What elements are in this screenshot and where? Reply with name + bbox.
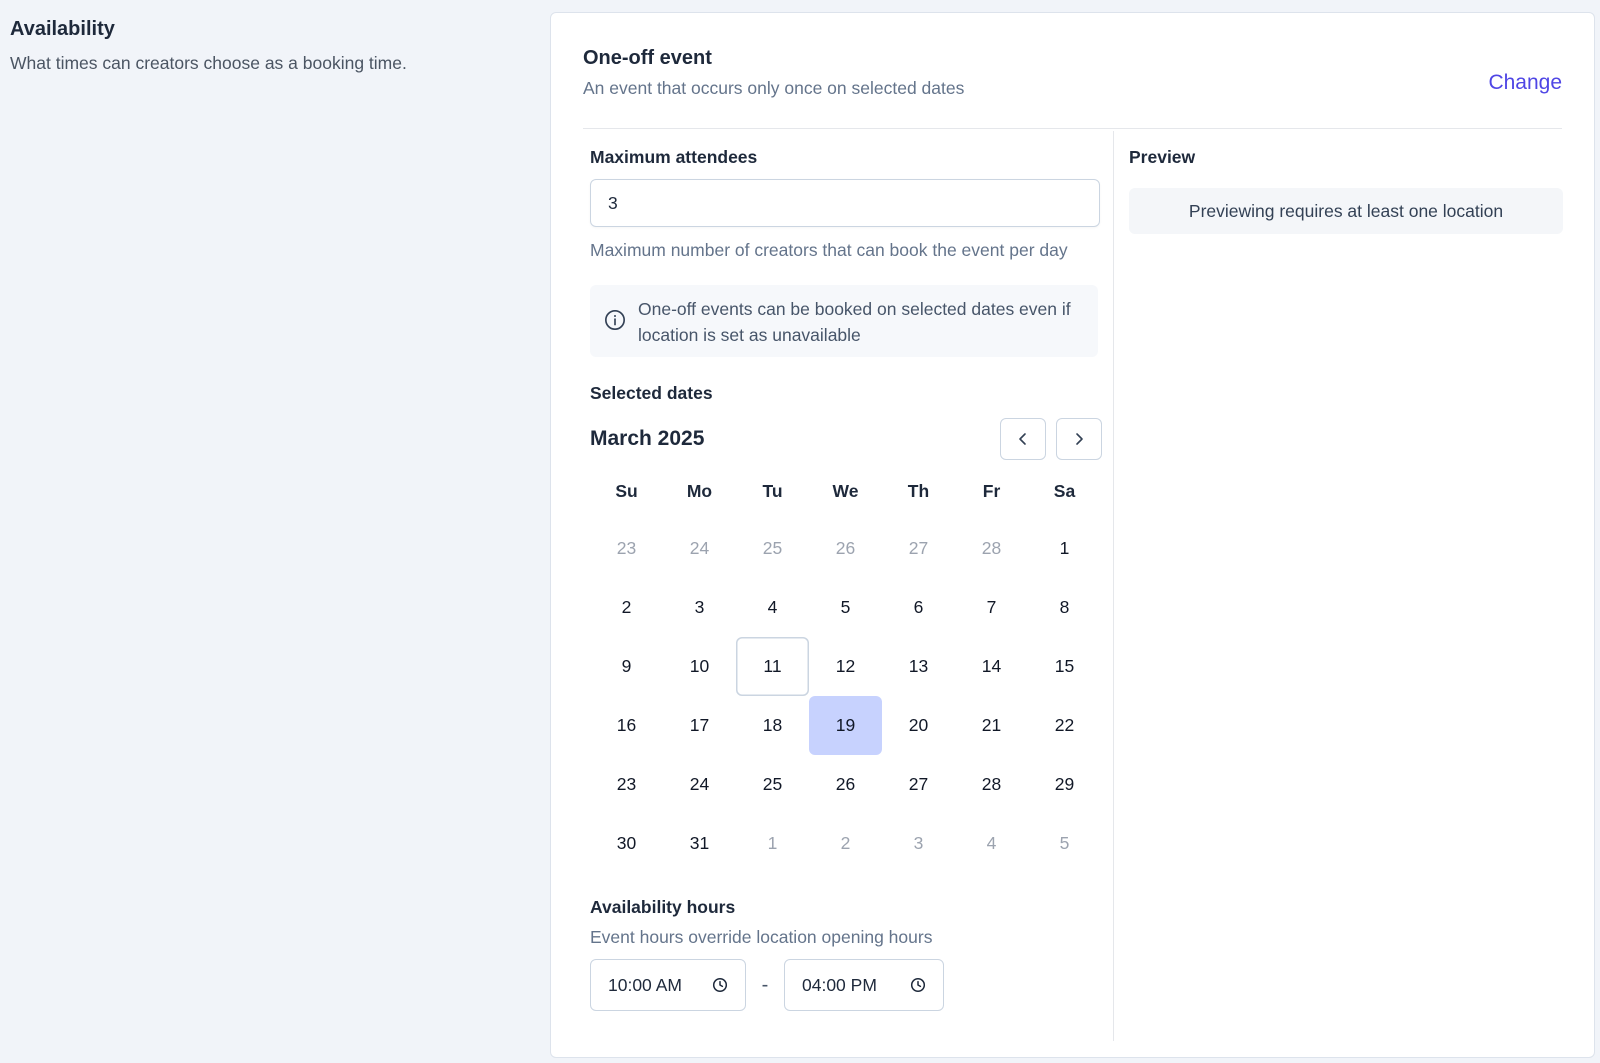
event-card-header: One-off event An event that occurs only …: [583, 47, 1562, 129]
change-event-type-link[interactable]: Change: [1488, 71, 1562, 95]
max-attendees-value: 3: [608, 192, 618, 213]
calendar-day[interactable]: 25: [736, 755, 809, 814]
calendar-week-row: 9 10 11 12 13 14 15: [590, 637, 1102, 696]
weekday-label: Th: [907, 480, 930, 501]
calendar-day[interactable]: 16: [590, 696, 663, 755]
event-type-title: One-off event: [583, 47, 712, 69]
weekday-label: Fr: [982, 480, 1001, 501]
start-time-input[interactable]: 10:00 AM: [590, 959, 746, 1011]
calendar-header: March 2025: [590, 417, 1102, 461]
calendar-day[interactable]: 12: [809, 637, 882, 696]
calendar-day-outside[interactable]: 24: [663, 519, 736, 578]
calendar-day[interactable]: 26: [809, 755, 882, 814]
calendar-day-outside[interactable]: 4: [955, 814, 1028, 873]
calendar-day[interactable]: 13: [882, 637, 955, 696]
weekday-label: Mo: [686, 480, 713, 501]
calendar-day[interactable]: 11: [736, 637, 809, 696]
end-time-input[interactable]: 04:00 PM: [784, 959, 944, 1011]
calendar-week-row: 16 17 18 19 20 21 22: [590, 696, 1102, 755]
calendar-day[interactable]: 28: [955, 755, 1028, 814]
calendar-day[interactable]: 22: [1028, 696, 1101, 755]
event-type-description: An event that occurs only once on select…: [583, 78, 965, 98]
calendar-day[interactable]: 4: [736, 578, 809, 637]
calendar-day[interactable]: 8: [1028, 578, 1101, 637]
calendar-day-outside[interactable]: 25: [736, 519, 809, 578]
calendar-day-outside[interactable]: 2: [809, 814, 882, 873]
max-attendees-help: Maximum number of creators that can book…: [590, 240, 1068, 260]
selected-dates-label: Selected dates: [590, 383, 713, 403]
time-range: 10:00 AM - 04:00 PM: [590, 959, 1102, 1011]
info-callout: One-off events can be booked on selected…: [590, 285, 1098, 357]
calendar-day[interactable]: 18: [736, 696, 809, 755]
calendar-day[interactable]: 7: [955, 578, 1028, 637]
calendar-day[interactable]: 31: [663, 814, 736, 873]
availability-title: Availability: [10, 18, 115, 40]
column-divider: [1113, 131, 1114, 1041]
calendar-day-outside[interactable]: 3: [882, 814, 955, 873]
calendar-day[interactable]: 9: [590, 637, 663, 696]
calendar-day[interactable]: 6: [882, 578, 955, 637]
weekday-label: Tu: [762, 480, 783, 501]
chevron-right-icon: [1076, 433, 1083, 445]
preview-panel: Preview Previewing requires at least one…: [1129, 131, 1563, 234]
calendar-day[interactable]: 15: [1028, 637, 1101, 696]
calendar-day[interactable]: 20: [882, 696, 955, 755]
calendar-week-row: 30 31 1 2 3 4 5: [590, 814, 1102, 873]
calendar-day-outside[interactable]: 23: [590, 519, 663, 578]
calendar-day-outside[interactable]: 26: [809, 519, 882, 578]
info-icon: [605, 310, 625, 330]
calendar-week-row: 2345678: [590, 578, 1102, 637]
next-month-button[interactable]: [1056, 418, 1102, 460]
calendar-day-outside[interactable]: 28: [955, 519, 1028, 578]
calendar-day[interactable]: 27: [882, 755, 955, 814]
calendar-day-outside[interactable]: 1: [736, 814, 809, 873]
calendar-day[interactable]: 2: [590, 578, 663, 637]
availability-hours-label: Availability hours: [590, 897, 736, 917]
calendar-day[interactable]: 21: [955, 696, 1028, 755]
clock-icon[interactable]: [910, 977, 926, 993]
calendar-day-selected[interactable]: 19: [809, 696, 882, 755]
preview-label: Preview: [1129, 147, 1196, 167]
calendar-day[interactable]: 5: [809, 578, 882, 637]
weekday-label: Sa: [1053, 480, 1076, 501]
availability-hours-help: Event hours override location opening ho…: [590, 927, 933, 947]
calendar-weeks: 23 24 25 26 27 28 1 2 3 4 5 6 7 8 9 10 11 12 13 14 15 16 17 18 1…: [590, 519, 1102, 873]
start-time-value: 10:00 AM: [608, 974, 682, 995]
calendar-day-outside[interactable]: 5: [1028, 814, 1101, 873]
info-text: One-off events can be booked on selected…: [638, 299, 1071, 345]
calendar-day[interactable]: 23: [590, 755, 663, 814]
calendar-week-row: 23 24 25 26 27 28 1: [590, 519, 1102, 578]
event-card: One-off event An event that occurs only …: [550, 12, 1595, 1058]
calendar-day[interactable]: 14: [955, 637, 1028, 696]
calendar-day[interactable]: 1: [1028, 519, 1101, 578]
weekday-label: We: [832, 480, 859, 501]
calendar-day-outside[interactable]: 27: [882, 519, 955, 578]
event-settings-form: Maximum attendees 3 Maximum number of cr…: [590, 131, 1102, 1011]
chevron-left-icon: [1019, 433, 1026, 445]
weekday-label: Su: [615, 480, 638, 501]
weekday-header-row: Su Mo Tu We Th Fr Sa: [590, 477, 1102, 505]
previous-month-button[interactable]: [1000, 418, 1046, 460]
calendar-day[interactable]: 10: [663, 637, 736, 696]
max-attendees-label: Maximum attendees: [590, 147, 758, 167]
calendar-day[interactable]: 30: [590, 814, 663, 873]
calendar-grid: Su Mo Tu We Th Fr Sa 23 24 25 26 27 28 1 2 3 4 5 6 7…: [590, 477, 1102, 873]
end-time-value: 04:00 PM: [802, 974, 877, 995]
preview-placeholder: Previewing requires at least one locatio…: [1129, 188, 1563, 234]
calendar-month: March 2025: [590, 427, 705, 450]
calendar-week-row: 23 24 25 26 27 28 29: [590, 755, 1102, 814]
max-attendees-input[interactable]: 3: [590, 179, 1100, 227]
calendar-day[interactable]: 3: [663, 578, 736, 637]
time-separator: -: [761, 973, 769, 996]
calendar-day[interactable]: 29: [1028, 755, 1101, 814]
calendar-day[interactable]: 24: [663, 755, 736, 814]
clock-icon[interactable]: [712, 977, 728, 993]
availability-section-header: Availability What times can creators cho…: [10, 18, 530, 74]
calendar-day[interactable]: 17: [663, 696, 736, 755]
availability-description: What times can creators choose as a book…: [10, 53, 407, 73]
